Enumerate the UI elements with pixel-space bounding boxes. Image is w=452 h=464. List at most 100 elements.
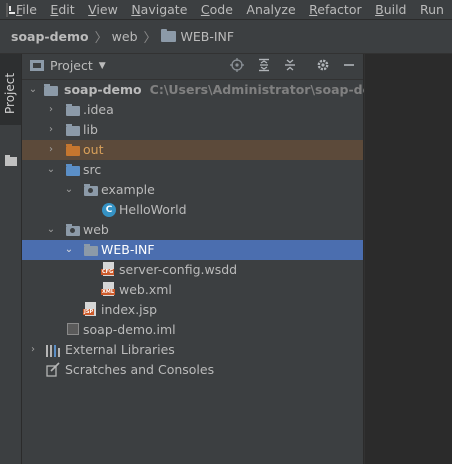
breadcrumb-web-inf-label: WEB-INF <box>180 29 235 44</box>
menu-analyze[interactable]: Analyze <box>246 0 295 19</box>
chevron-down-icon: ▼ <box>98 60 106 71</box>
tree-node-out[interactable]: › out <box>22 140 363 160</box>
folder-icon[interactable] <box>5 155 17 166</box>
breadcrumb-web-label: web <box>111 29 138 44</box>
java-class-icon: C <box>102 203 116 217</box>
menu-label: ile <box>22 2 37 17</box>
project-window-icon <box>30 60 44 71</box>
menu-label: uild <box>383 2 407 17</box>
menu-build[interactable]: Build <box>375 0 406 19</box>
gear-icon[interactable] <box>315 58 331 74</box>
breadcrumb-project[interactable]: soap-demo <box>11 29 89 44</box>
package-icon <box>84 184 98 196</box>
menu-label: Run <box>420 2 444 17</box>
menu-mnemonic: B <box>375 2 384 17</box>
tree-node-server-config[interactable]: CFG server-config.wsdd <box>22 260 363 280</box>
chevron-down-icon[interactable]: ⌄ <box>64 185 74 195</box>
tree-node-label: web <box>83 222 109 237</box>
excluded-folder-icon <box>66 144 80 156</box>
menu-code[interactable]: Code <box>201 0 233 19</box>
project-name: soap-demo <box>64 82 142 97</box>
tree-node-label: .idea <box>83 102 114 117</box>
collapse-all-icon[interactable] <box>282 58 298 74</box>
navigation-bar: soap-demo 〉 web 〉 WEB-INF <box>0 20 452 54</box>
menu-label: Analyze <box>246 2 296 17</box>
project-panel: Project ▼ ⌄ soap-demo C:\Users\Administra… <box>22 54 393 464</box>
tree-node-web-inf[interactable]: ⌄ WEB-INF <box>22 240 363 260</box>
menu-label: efactor <box>317 2 362 17</box>
menu-mnemonic: N <box>131 2 141 17</box>
jsp-file-icon: JSP <box>83 302 96 316</box>
panel-title: Project <box>50 58 93 73</box>
project-tool-tab[interactable]: Project <box>0 54 21 125</box>
tree-node-soap-demo[interactable]: ⌄ soap-demo C:\Users\Administrator\soap-d… <box>22 80 393 100</box>
tree-node-lib[interactable]: › lib <box>22 120 363 140</box>
menu-label: dit <box>58 2 75 17</box>
tree-node-web[interactable]: ⌄ web <box>22 220 363 240</box>
tree-node-label: HelloWorld <box>119 202 187 217</box>
intellij-logo-icon <box>6 2 15 17</box>
tree-node-src[interactable]: ⌄ src <box>22 160 363 180</box>
tree-node-label: lib <box>83 122 98 137</box>
folder-icon <box>66 124 80 136</box>
menu-refactor[interactable]: Refactor <box>309 0 361 19</box>
menu-view[interactable]: View <box>88 0 118 19</box>
scratches-icon <box>46 362 60 377</box>
tree-node-label: src <box>83 162 102 177</box>
tree-node-helloworld[interactable]: C HelloWorld <box>22 200 363 220</box>
tree-node-label: soap-demo C:\Users\Administrator\soap-dem… <box>64 82 393 97</box>
folder-icon <box>84 244 98 256</box>
project-view-selector[interactable]: Project ▼ <box>30 58 106 73</box>
chevron-down-icon[interactable]: ⌄ <box>64 245 74 255</box>
tree-node-web-xml[interactable]: XML web.xml <box>22 280 363 300</box>
chevron-down-icon[interactable]: ⌄ <box>46 165 56 175</box>
tree-node-label: out <box>83 142 104 157</box>
tree-node-label: soap-demo.iml <box>83 322 176 337</box>
tree-node-label: External Libraries <box>65 342 175 357</box>
tree-node-label: Scratches and Consoles <box>65 362 215 377</box>
tree-node-label: WEB-INF <box>101 242 155 257</box>
breadcrumb-separator-icon: 〉 <box>94 31 108 46</box>
breadcrumb-web[interactable]: web <box>112 29 138 44</box>
menu-run[interactable]: Run <box>420 0 444 19</box>
menu-navigate[interactable]: Navigate <box>131 0 187 19</box>
menu-mnemonic: C <box>200 2 210 17</box>
chevron-right-icon[interactable]: › <box>46 105 56 115</box>
menu-edit[interactable]: Edit <box>50 0 74 19</box>
editor-area[interactable] <box>364 54 452 464</box>
breadcrumb-separator-icon: 〉 <box>143 31 157 46</box>
minimize-icon[interactable] <box>341 58 357 74</box>
chevron-down-icon[interactable]: ⌄ <box>28 85 38 95</box>
tree-node-external-libraries[interactable]: › External Libraries <box>22 340 363 360</box>
menu-label: avigate <box>140 2 188 17</box>
menu-label: iew <box>96 2 118 17</box>
project-tool-tab-label: Project <box>3 72 17 114</box>
config-file-icon: CFG <box>101 262 115 276</box>
module-file-icon <box>67 323 79 335</box>
breadcrumb-web-inf[interactable]: WEB-INF <box>160 29 235 44</box>
chevron-right-icon[interactable]: › <box>46 145 56 155</box>
module-folder-icon <box>44 84 58 96</box>
tree-node-example[interactable]: ⌄ example <box>22 180 363 200</box>
project-panel-header: Project ▼ <box>22 54 363 80</box>
tree-node-index-jsp[interactable]: JSP index.jsp <box>22 300 363 320</box>
chevron-right-icon[interactable]: › <box>28 345 38 355</box>
left-tool-strip: Project <box>0 54 22 464</box>
tree-node-label: index.jsp <box>101 302 158 317</box>
target-icon[interactable] <box>229 58 245 74</box>
tree-node-label: example <box>101 182 155 197</box>
tree-node-iml[interactable]: soap-demo.iml <box>22 320 363 340</box>
project-path: C:\Users\Administrator\soap-demo <box>149 82 393 97</box>
tree-node-idea[interactable]: › .idea <box>22 100 363 120</box>
menu-file[interactable]: File <box>16 0 37 19</box>
breadcrumb-project-label: soap-demo <box>11 29 89 44</box>
web-folder-icon <box>66 224 80 236</box>
chevron-right-icon[interactable]: › <box>46 125 56 135</box>
expand-all-icon[interactable] <box>256 58 272 74</box>
chevron-down-icon[interactable]: ⌄ <box>46 225 56 235</box>
library-icon <box>46 343 60 357</box>
source-folder-icon <box>66 164 80 176</box>
tree-node-scratches[interactable]: Scratches and Consoles <box>22 360 363 380</box>
folder-icon <box>160 29 176 42</box>
folder-icon <box>66 104 80 116</box>
